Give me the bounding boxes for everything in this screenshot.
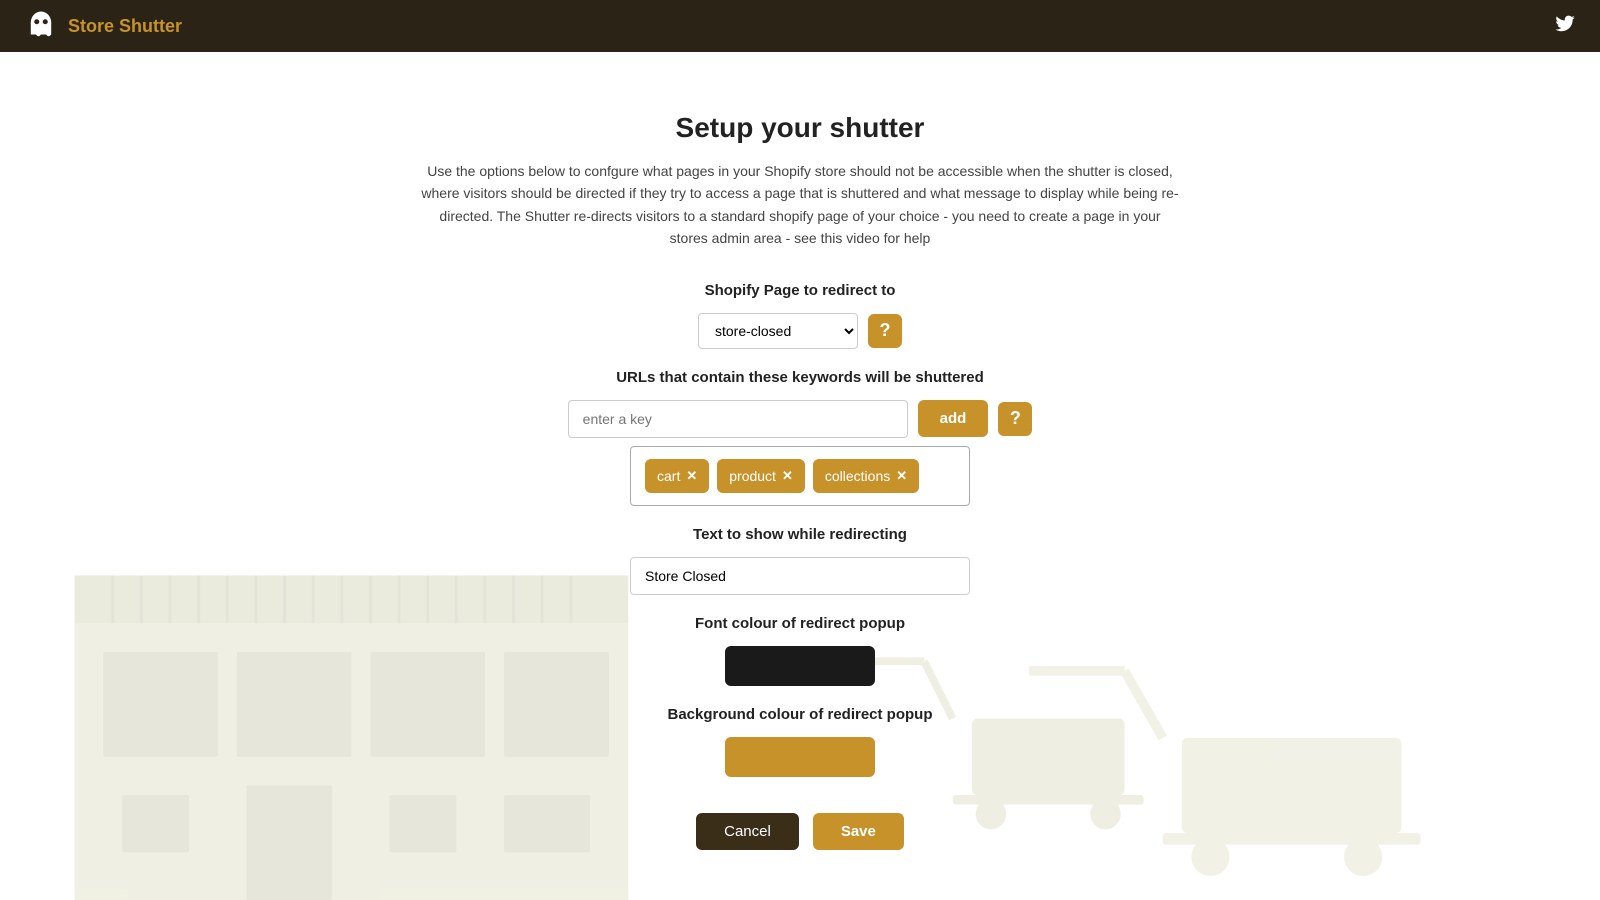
tag-product[interactable]: product ✕ — [717, 459, 805, 493]
shopify-redirect-row: store-closed coming-soon maintenance ? — [698, 313, 902, 349]
form-container: Setup your shutter Use the options below… — [0, 52, 1600, 890]
save-button[interactable]: Save — [813, 813, 904, 850]
page-description: Use the options below to confgure what p… — [420, 160, 1180, 250]
keywords-label: URLs that contain these keywords will be… — [616, 369, 984, 386]
twitter-icon[interactable] — [1554, 12, 1576, 40]
tag-collections-label: collections — [825, 468, 890, 484]
navbar: Store Shutter — [0, 0, 1600, 52]
keyword-help-button[interactable]: ? — [998, 402, 1032, 436]
redirect-text-input[interactable] — [630, 557, 970, 595]
add-keyword-button[interactable]: add — [918, 400, 989, 437]
font-color-label: Font colour of redirect popup — [695, 615, 905, 632]
keywords-tags-box: cart ✕ product ✕ collections ✕ — [630, 446, 970, 506]
app-title: Store Shutter — [68, 16, 182, 37]
page-select[interactable]: store-closed coming-soon maintenance — [698, 313, 858, 349]
redirect-text-section: Text to show while redirecting — [450, 526, 1150, 595]
shopify-redirect-section: Shopify Page to redirect to store-closed… — [450, 282, 1150, 349]
tag-collections-close[interactable]: ✕ — [896, 468, 907, 484]
tag-product-label: product — [729, 468, 776, 484]
main-content: Setup your shutter Use the options below… — [0, 52, 1600, 900]
keyword-input[interactable] — [568, 400, 908, 438]
tag-cart-close[interactable]: ✕ — [686, 468, 697, 484]
page-title: Setup your shutter — [676, 112, 925, 144]
app-logo — [24, 9, 58, 43]
tag-collections[interactable]: collections ✕ — [813, 459, 919, 493]
action-buttons: Cancel Save — [696, 813, 904, 850]
cancel-button[interactable]: Cancel — [696, 813, 799, 850]
keyword-input-row: add ? — [568, 400, 1033, 438]
redirect-text-label: Text to show while redirecting — [693, 526, 907, 543]
tag-cart[interactable]: cart ✕ — [645, 459, 709, 493]
navbar-brand: Store Shutter — [24, 9, 182, 43]
keywords-section: URLs that contain these keywords will be… — [450, 369, 1150, 506]
bg-color-swatch[interactable] — [725, 737, 875, 777]
bg-color-section: Background colour of redirect popup — [450, 706, 1150, 777]
tag-cart-label: cart — [657, 468, 680, 484]
font-color-section: Font colour of redirect popup — [450, 615, 1150, 686]
bg-color-label: Background colour of redirect popup — [667, 706, 932, 723]
tag-product-close[interactable]: ✕ — [782, 468, 793, 484]
redirect-help-button[interactable]: ? — [868, 314, 902, 348]
shopify-redirect-label: Shopify Page to redirect to — [705, 282, 896, 299]
font-color-swatch[interactable] — [725, 646, 875, 686]
